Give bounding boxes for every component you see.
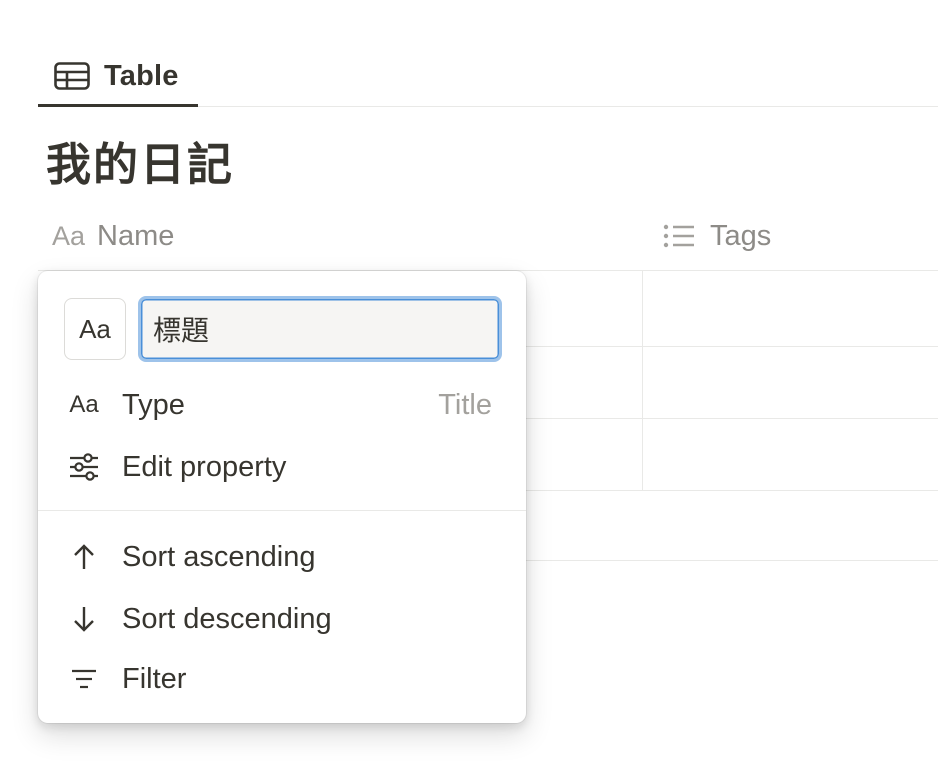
menu-item-sort-ascending[interactable]: Sort ascending	[50, 528, 514, 586]
tab-table-label: Table	[104, 59, 179, 92]
arrow-down-icon	[66, 604, 102, 634]
menu-item-filter-label: Filter	[122, 662, 187, 695]
table-cell-tags[interactable]	[643, 348, 938, 418]
menu-divider	[38, 510, 526, 511]
menu-item-type-value: Title	[438, 388, 492, 421]
column-header-tags-label: Tags	[710, 219, 772, 252]
menu-item-sort-ascending-label: Sort ascending	[122, 540, 316, 573]
property-name-input[interactable]	[138, 296, 502, 362]
column-header-name[interactable]: Aa Name	[52, 214, 174, 258]
table-cell-tags[interactable]	[643, 420, 938, 490]
database-title[interactable]: 我的日記	[46, 128, 234, 193]
menu-item-sort-descending-label: Sort descending	[122, 602, 332, 635]
menu-item-edit-property-label: Edit property	[122, 450, 287, 483]
property-type-button[interactable]: Aa	[64, 298, 126, 360]
tab-table-view[interactable]: Table	[38, 44, 198, 108]
menu-item-type-label: Type	[122, 388, 185, 421]
text-type-icon: Aa	[52, 220, 86, 251]
text-type-icon: Aa	[69, 391, 99, 418]
menu-item-type[interactable]: Aa Type Title	[50, 376, 514, 434]
column-header-tags[interactable]: Tags	[662, 214, 771, 258]
arrow-up-icon	[66, 542, 102, 572]
menu-item-sort-descending[interactable]: Sort descending	[50, 590, 514, 648]
active-tab-indicator	[38, 104, 198, 107]
sliders-icon	[66, 452, 102, 482]
table-cell-tags[interactable]	[643, 276, 938, 346]
filter-icon	[66, 664, 102, 694]
menu-item-edit-property[interactable]: Edit property	[50, 438, 514, 496]
list-icon	[662, 222, 696, 250]
table-icon	[54, 62, 90, 90]
menu-item-filter[interactable]: Filter	[50, 650, 514, 708]
column-header-name-label: Name	[97, 219, 175, 252]
text-type-icon: Aa	[79, 313, 111, 344]
property-menu: Aa Aa Type Title Edit property S	[38, 271, 526, 723]
